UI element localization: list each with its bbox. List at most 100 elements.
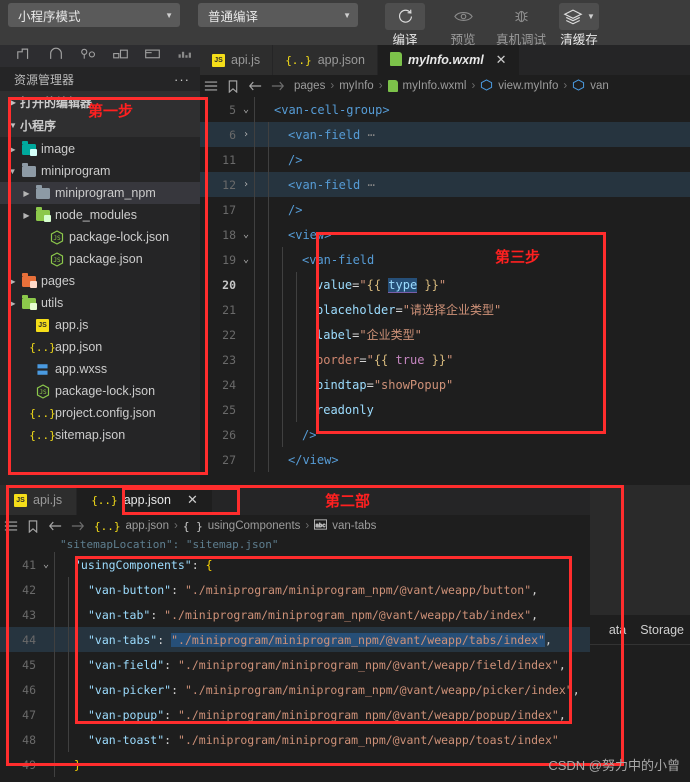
device-debug-button[interactable]: 真机调试 bbox=[492, 3, 550, 48]
breadcrumb-item[interactable]: pages bbox=[294, 80, 325, 92]
bug-icon bbox=[492, 3, 550, 30]
tree-item-label: app.js bbox=[55, 318, 89, 332]
panel-tab-app-json[interactable]: {..} app.json ✕ bbox=[77, 485, 213, 515]
fold-toggle-icon[interactable]: ⌄ bbox=[238, 229, 254, 240]
tree-item[interactable]: {..} app.json bbox=[0, 336, 200, 358]
code-line: 25 readonly bbox=[200, 397, 690, 422]
panel-tab-api-js[interactable]: JS api.js bbox=[0, 485, 78, 515]
tree-item[interactable]: 〓 app.wxss bbox=[0, 358, 200, 380]
code-line: 47 "van-popup": "./miniprogram/miniprogra… bbox=[0, 702, 690, 727]
breadcrumb-item[interactable]: usingComponents bbox=[208, 520, 301, 532]
section-miniprogram[interactable]: ▼ 小程序 bbox=[0, 114, 200, 137]
breadcrumb-item[interactable]: van-tabs bbox=[332, 520, 376, 532]
tree-item[interactable]: {..} sitemap.json bbox=[0, 424, 200, 446]
tree-item[interactable]: JS package-lock.json bbox=[0, 380, 200, 402]
wxml-file-icon bbox=[387, 79, 398, 93]
panel-list-icon[interactable] bbox=[4, 520, 18, 532]
layout-icon[interactable] bbox=[104, 47, 136, 66]
editor-icon[interactable] bbox=[40, 47, 72, 66]
panel-arrow-left-icon[interactable] bbox=[48, 520, 62, 532]
code-text: "van-toast": "./miniprogram/miniprogram_… bbox=[88, 732, 559, 747]
breadcrumb-item[interactable]: view.myInfo bbox=[498, 80, 558, 92]
editor-tab-app-json[interactable]: {..} app.json bbox=[273, 45, 378, 75]
chevron-right-icon[interactable]: ▶ bbox=[6, 299, 19, 308]
code-text: readonly bbox=[316, 402, 374, 417]
preview-button[interactable]: 预览 bbox=[434, 3, 492, 48]
close-icon[interactable]: ✕ bbox=[187, 492, 198, 508]
code-text: /> bbox=[288, 202, 303, 217]
chevron-right-icon[interactable]: ▶ bbox=[20, 189, 33, 198]
code-editor[interactable]: 5 ⌄ <van-cell-group> 6 › <van-field ⋯ 11/> 12 › <… bbox=[200, 97, 690, 485]
tree-item[interactable]: ▶ pages bbox=[0, 270, 200, 292]
indent-guides bbox=[254, 372, 310, 397]
panel-arrow-right-icon[interactable] bbox=[71, 520, 85, 532]
breadcrumb-item[interactable]: van bbox=[590, 80, 609, 92]
line-number: 49 bbox=[22, 757, 36, 772]
code-text: border="{{ true }}" bbox=[316, 352, 454, 367]
indent-guides bbox=[54, 602, 82, 627]
clear-cache-button[interactable]: ▼ 清缓存 bbox=[550, 3, 608, 48]
more-actions-icon[interactable]: ··· bbox=[174, 72, 190, 87]
tree-item[interactable]: ▼ miniprogram bbox=[0, 160, 200, 182]
tree-item[interactable]: JS app.js bbox=[0, 314, 200, 336]
tree-item[interactable]: ▶ utils bbox=[0, 292, 200, 314]
fold-toggle-icon[interactable]: › bbox=[238, 129, 254, 140]
string-symbol-icon: abc bbox=[314, 519, 328, 533]
code-line: 48 "van-toast": "./miniprogram/miniprogra… bbox=[0, 727, 690, 752]
indent-guides bbox=[54, 627, 82, 652]
breadcrumb-item[interactable]: app.json bbox=[126, 520, 169, 532]
line-number: 5 bbox=[229, 102, 236, 117]
panel-bookmark-icon[interactable] bbox=[27, 519, 39, 533]
tree-item[interactable]: JS package-lock.json bbox=[0, 226, 200, 248]
editor-arrow-left-icon[interactable] bbox=[248, 80, 262, 92]
tree-item[interactable]: ▶ image bbox=[0, 138, 200, 160]
tree-item[interactable]: {..} project.config.json bbox=[0, 402, 200, 424]
folder-icon bbox=[19, 141, 38, 156]
json-file-icon: {..} bbox=[94, 519, 121, 533]
panel-code-editor[interactable]: "sitemapLocation": "sitemap.json" 41 ⌄ "us… bbox=[0, 537, 690, 782]
line-number: 26 bbox=[222, 427, 236, 442]
breadcrumb-item[interactable]: myInfo.wxml bbox=[403, 80, 467, 92]
editor-bookmark-icon[interactable] bbox=[227, 79, 239, 93]
bottom-editor-panel: JS api.js {..} app.json ✕ {..} app.json ›{ } us… bbox=[0, 485, 690, 782]
panel-icon[interactable] bbox=[136, 47, 168, 65]
editor-arrow-right-icon[interactable] bbox=[271, 80, 285, 92]
top-toolbar: 小程序模式 ▼ 普通编译 ▼ 编译 预览 真机调试 ▼ 清缓存 bbox=[0, 0, 690, 48]
chevron-right-icon[interactable]: ▶ bbox=[6, 277, 19, 286]
compile-select[interactable]: 普通编译 ▼ bbox=[198, 3, 358, 27]
analysis-icon[interactable] bbox=[168, 47, 200, 65]
breadcrumb-item[interactable]: myInfo bbox=[339, 80, 374, 92]
fold-toggle-icon[interactable]: ⌄ bbox=[238, 254, 254, 265]
fold-toggle-icon[interactable]: ⌄ bbox=[238, 104, 254, 115]
code-text: <view> bbox=[288, 227, 332, 242]
debugger-icon[interactable] bbox=[72, 47, 104, 66]
editor-tab-api-js[interactable]: JS api.js bbox=[200, 45, 274, 75]
section-open-editors[interactable]: ▶ 打开的编辑器 bbox=[0, 91, 200, 114]
line-number: 17 bbox=[222, 202, 236, 217]
chevron-right-icon[interactable]: ▶ bbox=[20, 211, 33, 220]
breadcrumb-separator: › bbox=[305, 520, 310, 532]
tree-item-label: app.wxss bbox=[55, 362, 108, 376]
file-tree: ▶ image ▼ miniprogram ▶ miniprogram_npm ▶ node_… bbox=[0, 137, 200, 446]
editor-list-icon[interactable] bbox=[204, 80, 218, 92]
code-line: 46 "van-picker": "./miniprogram/miniprogr… bbox=[0, 677, 690, 702]
refresh-icon bbox=[385, 3, 425, 30]
close-icon[interactable]: ✕ bbox=[496, 52, 507, 68]
chevron-down-icon[interactable]: ▼ bbox=[6, 167, 19, 176]
indent-guides bbox=[54, 652, 82, 677]
line-number: 12 bbox=[222, 177, 236, 192]
chevron-right-icon[interactable]: ▶ bbox=[6, 145, 19, 154]
fold-toggle-icon[interactable]: › bbox=[238, 179, 254, 190]
fold-toggle-icon[interactable]: ⌄ bbox=[38, 559, 54, 570]
tree-item[interactable]: ▶ miniprogram_npm bbox=[0, 182, 200, 204]
simulator-icon[interactable] bbox=[8, 47, 40, 66]
chevron-down-icon: ▼ bbox=[9, 121, 17, 130]
eye-icon bbox=[434, 3, 492, 30]
code-line: 23 border="{{ true }}" bbox=[200, 347, 690, 372]
tree-item[interactable]: JS package.json bbox=[0, 248, 200, 270]
mode-select[interactable]: 小程序模式 ▼ bbox=[8, 3, 180, 27]
compile-button[interactable]: 编译 bbox=[376, 3, 434, 48]
editor-tab-myInfo-wxml[interactable]: myInfo.wxml ✕ bbox=[377, 45, 520, 75]
tree-item[interactable]: ▶ node_modules bbox=[0, 204, 200, 226]
indent-guides bbox=[254, 447, 282, 472]
